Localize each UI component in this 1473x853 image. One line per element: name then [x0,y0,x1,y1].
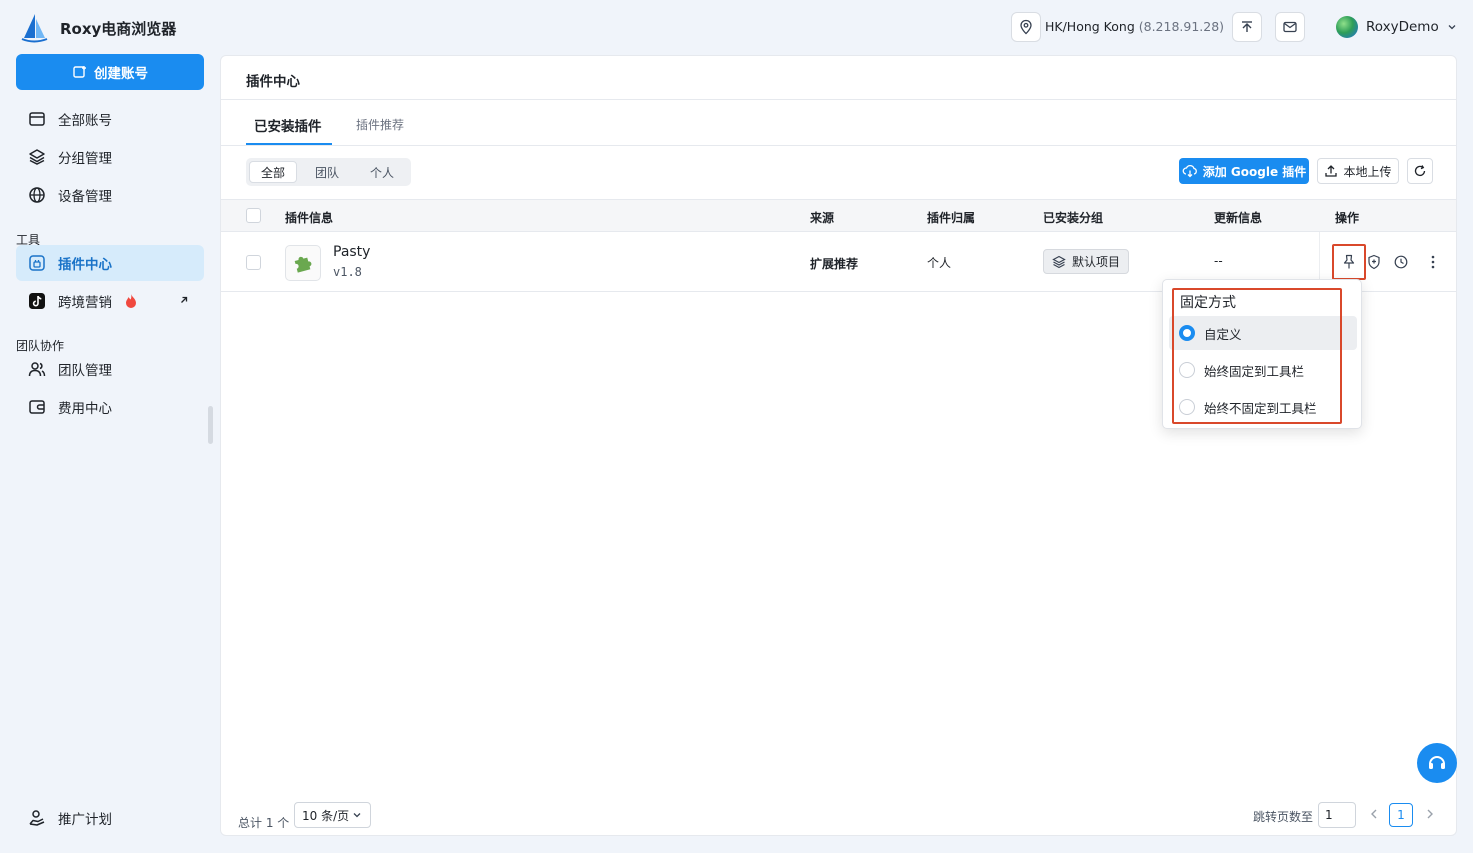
wallet-icon [29,400,45,414]
sidebar-item-label: 分组管理 [58,151,112,167]
shield-icon[interactable] [1365,253,1383,271]
refresh-icon [1414,165,1426,177]
location-pin-icon [1020,19,1032,35]
sidebar-item-billing[interactable]: 费用中心 [16,389,204,425]
fire-icon [126,294,136,308]
sidebar-item-label: 跨境营销 [58,295,112,311]
sidebar-item-label: 全部账号 [58,113,112,129]
next-page-icon[interactable] [1425,808,1435,823]
promotion-icon [29,810,45,826]
sidebar-item-label: 费用中心 [58,401,112,417]
dropdown-highlight-box [1172,288,1342,424]
sidebar-item-promotion[interactable]: 推广计划 [16,800,204,836]
sidebar-scrollbar[interactable] [208,406,213,444]
sidebar-item-groups[interactable]: 分组管理 [16,139,204,175]
filter-personal[interactable]: 个人 [356,161,408,183]
pin-highlight-box [1332,244,1366,280]
users-icon [28,362,46,377]
column-update-info: 更新信息 [1214,211,1263,225]
table-header: 插件信息 来源 插件归属 已安装分组 更新信息 操作 [221,199,1456,232]
sidebar-item-label: 团队管理 [58,363,112,379]
window-icon [29,112,45,126]
user-name: RoxyDemo [1366,19,1439,35]
local-upload-label: 本地上传 [1343,164,1392,179]
mail-icon [1283,21,1297,33]
filter-team[interactable]: 团队 [302,161,352,183]
main-panel: 已安装插件 插件推荐 全部 团队 个人 添加 Google 插件 本地上传 插件… [220,100,1457,836]
support-button[interactable] [1417,743,1457,783]
sidebar-item-marketing[interactable]: 跨境营销 [16,283,204,319]
plugin-puzzle-icon [285,245,321,281]
sidebar-item-label: 插件中心 [58,257,112,273]
tab-recommended[interactable]: 插件推荐 [356,116,404,133]
create-account-label: 创建账号 [94,66,148,82]
tiktok-icon [29,293,45,309]
filter-segment: 全部 团队 个人 [246,158,411,186]
column-owner: 插件归属 [927,211,976,225]
row-checkbox[interactable] [246,255,261,270]
add-google-plugin-label: 添加 Google 插件 [1202,164,1307,179]
jump-label: 跳转页数至 [1253,810,1314,824]
external-link-icon [181,296,188,303]
plugin-owner: 个人 [927,256,952,270]
tab-installed[interactable]: 已安装插件 [254,115,322,135]
headset-icon [1429,756,1445,769]
plugin-source: 扩展推荐 [810,257,859,271]
page-title: 插件中心 [246,74,300,90]
create-account-button[interactable]: 创建账号 [16,54,204,90]
sidebar-item-team-management[interactable]: 团队管理 [16,351,204,387]
page-header: 插件中心 [220,55,1457,100]
filter-all[interactable]: 全部 [249,161,297,183]
app-title: Roxy电商浏览器 [60,20,177,38]
column-plugin-info: 插件信息 [285,211,334,225]
sidebar-item-label: 设备管理 [58,189,112,205]
installed-group-label: 默认项目 [1072,255,1121,269]
chevron-down-icon [353,813,361,818]
layers-icon [1052,255,1066,268]
plugin-center-icon [29,255,45,271]
upload-cloud-button[interactable] [1232,12,1262,42]
plugin-update-info: -- [1214,254,1223,268]
sidebar-item-devices[interactable]: 设备管理 [16,177,204,213]
sidebar-item-plugin-center[interactable]: 插件中心 [16,245,204,281]
location-region: HK/Hong Kong [1045,19,1135,34]
page-size-value: 10 条/页 [302,808,350,823]
local-upload-button[interactable]: 本地上传 [1317,158,1399,184]
sidebar-item-label: 推广计划 [58,812,112,828]
plugin-version: v1.8 [333,265,362,279]
page-size-select[interactable]: 10 条/页 [294,802,371,828]
cloud-download-icon [1182,164,1197,178]
select-all-checkbox[interactable] [246,208,261,223]
mail-button[interactable] [1275,12,1305,42]
layers-icon [29,149,45,165]
user-menu[interactable]: RoxyDemo [1336,16,1457,38]
app-logo-icon [18,12,50,44]
column-source: 来源 [810,211,835,225]
create-icon [73,66,86,78]
chevron-down-icon [1448,25,1456,30]
installed-group-tag[interactable]: 默认项目 [1043,249,1130,274]
history-icon[interactable] [1392,253,1410,271]
location-button[interactable] [1011,12,1041,42]
sidebar-item-all-accounts[interactable]: 全部账号 [16,101,204,137]
prev-page-icon[interactable] [1369,808,1379,823]
column-installed-group: 已安装分组 [1043,211,1104,225]
tab-underline [246,143,332,145]
top-bar: Roxy电商浏览器 HK/Hong Kong (8.218.91.28) Rox… [0,0,1473,56]
more-vertical-icon[interactable] [1424,253,1442,271]
tabs: 已安装插件 插件推荐 [221,100,1456,146]
upload-icon [1325,165,1338,177]
plugin-name: Pasty [333,244,371,260]
avatar [1336,16,1358,38]
add-google-plugin-button[interactable]: 添加 Google 插件 [1179,158,1309,184]
column-actions: 操作 [1335,211,1360,225]
refresh-button[interactable] [1407,158,1433,184]
globe-icon [29,187,45,203]
jump-page-input[interactable]: 1 [1318,802,1356,828]
location-ip: (8.218.91.28) [1138,19,1225,34]
total-count: 总计 1 个 [238,816,290,830]
upload-icon [1242,21,1252,32]
page-number-1[interactable]: 1 [1389,803,1413,827]
location-text: HK/Hong Kong (8.218.91.28) [1045,19,1224,34]
